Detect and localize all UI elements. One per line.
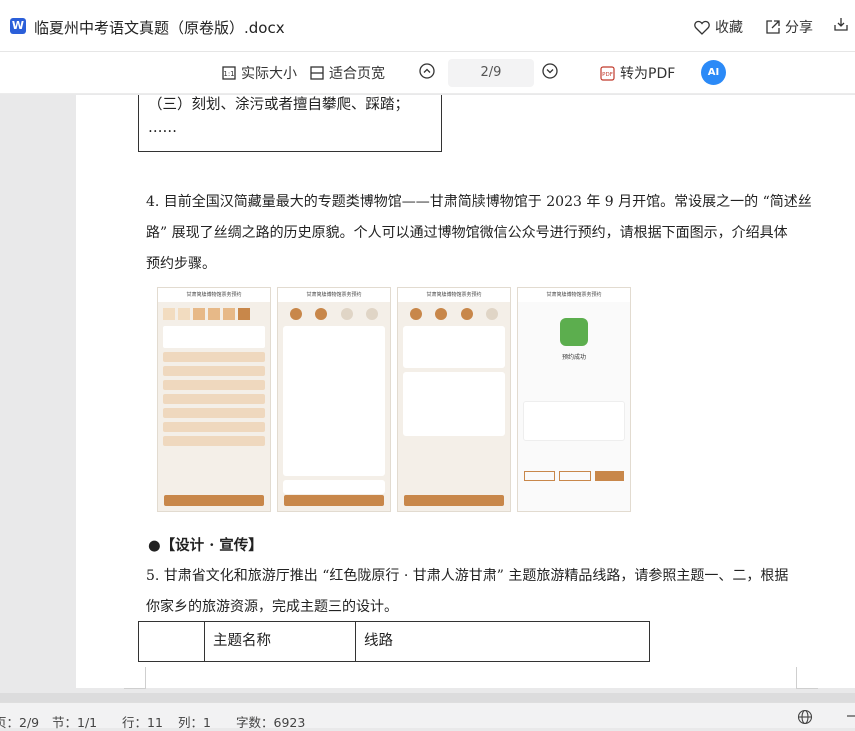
actual-size-icon: 1:1 bbox=[222, 66, 236, 80]
favorite-button[interactable]: 收藏 bbox=[694, 17, 743, 37]
phone-screen-3: 甘肃简牍博物馆票务预约 bbox=[397, 287, 511, 512]
calendar-check-icon bbox=[560, 318, 588, 346]
previous-page-button[interactable] bbox=[419, 63, 435, 79]
ai-assistant-button[interactable]: AI bbox=[701, 60, 726, 85]
globe-icon[interactable] bbox=[797, 709, 813, 728]
page-indicator[interactable]: 2/9 bbox=[448, 59, 534, 87]
question4-line2: 路” 展现了丝绸之路的历史原貌。个人可以通过博物馆微信公众号进行预约，请根据下面… bbox=[146, 225, 788, 241]
pdf-icon: PDF bbox=[600, 65, 615, 81]
status-row: 行：11 bbox=[122, 715, 163, 730]
svg-text:1:1: 1:1 bbox=[223, 70, 234, 78]
booking-steps-figure: 甘肃简牍博物馆票务预约 甘肃简牍博物馆票务预约 甘肃简牍博物馆票务预约 甘肃简牍… bbox=[157, 287, 637, 512]
share-label: 分享 bbox=[785, 20, 813, 36]
phone-header: 甘肃简牍博物馆票务预约 bbox=[398, 288, 510, 302]
actual-size-button[interactable]: 1:1 实际大小 bbox=[222, 63, 297, 83]
word-app-icon: W bbox=[10, 18, 26, 34]
document-canvas[interactable]: （三）刻划、涂污或者擅自攀爬、踩踏； …… 4. 目前全国汉简藏量最大的专题类博… bbox=[0, 95, 855, 693]
title-bar: W 临夏州中考语文真题（原卷版）.docx 收藏 分享 bbox=[0, 0, 855, 52]
view-toolbar: 1:1 实际大小 适合页宽 PDF 转为PDF bbox=[0, 52, 855, 94]
status-word-count: 字数：6923 bbox=[236, 715, 306, 730]
favorite-label: 收藏 bbox=[715, 20, 743, 36]
theme-table: 主题名称 线路 bbox=[138, 621, 650, 662]
phone-screen-2: 甘肃简牍博物馆票务预约 bbox=[277, 287, 391, 512]
convert-pdf-button[interactable]: PDF 转为PDF bbox=[600, 63, 675, 83]
status-page: 页：2/9 bbox=[0, 715, 40, 730]
document-title: 临夏州中考语文真题（原卷版）.docx bbox=[34, 19, 285, 37]
table-header-theme-name: 主题名称 bbox=[205, 622, 356, 661]
fit-width-icon bbox=[310, 66, 324, 80]
question4-line3: 预约步骤。 bbox=[146, 256, 216, 272]
table-header-route: 线路 bbox=[364, 633, 393, 649]
phone-screen-4: 甘肃简牍博物馆票务预约 预约成功 bbox=[517, 287, 631, 512]
section-heading: ●【设计 · 宣传】 bbox=[148, 537, 263, 554]
phone-header: 甘肃简牍博物馆票务预约 bbox=[278, 288, 390, 302]
download-icon bbox=[834, 18, 848, 31]
success-text: 预约成功 bbox=[561, 354, 586, 361]
convert-pdf-label: 转为PDF bbox=[620, 66, 676, 82]
phone-screen-1: 甘肃简牍博物馆票务预约 bbox=[157, 287, 271, 512]
horizontal-scrollbar[interactable] bbox=[0, 693, 855, 702]
status-col: 列：1 bbox=[178, 715, 211, 730]
download-button[interactable] bbox=[834, 17, 848, 31]
page-corner-mark bbox=[124, 667, 146, 689]
question5-line1: 5. 甘肃省文化和旅游厅推出 “红色陇原行 · 甘肃人游甘肃” 主题旅游精品线路… bbox=[146, 568, 789, 584]
rules-box-line1: （三）刻划、涂污或者擅自攀爬、踩踏； bbox=[148, 97, 409, 113]
share-button[interactable]: 分享 bbox=[766, 17, 813, 37]
question4-line1: 4. 目前全国汉简藏量最大的专题类博物馆——甘肃简牍博物馆于 2023 年 9 … bbox=[146, 194, 812, 210]
zoom-out-icon[interactable] bbox=[845, 710, 855, 725]
table-header-cell bbox=[139, 622, 205, 661]
document-page: （三）刻划、涂污或者擅自攀爬、踩踏； …… 4. 目前全国汉简藏量最大的专题类博… bbox=[76, 95, 855, 689]
svg-text:PDF: PDF bbox=[602, 72, 613, 78]
chevron-up-icon bbox=[419, 63, 435, 79]
heart-icon bbox=[694, 20, 710, 35]
actual-size-label: 实际大小 bbox=[241, 66, 297, 82]
chevron-down-icon bbox=[542, 63, 558, 79]
next-page-button[interactable] bbox=[542, 63, 558, 79]
question5-line2: 你家乡的旅游资源，完成主题三的设计。 bbox=[146, 599, 398, 615]
share-icon bbox=[766, 20, 780, 34]
fit-width-label: 适合页宽 bbox=[329, 66, 385, 82]
status-bar: 页：2/9 节：1/1 行：11 列：1 字数：6923 bbox=[0, 702, 855, 730]
phone-header: 甘肃简牍博物馆票务预约 bbox=[158, 288, 270, 302]
rules-box-line2: …… bbox=[148, 120, 177, 136]
fit-width-button[interactable]: 适合页宽 bbox=[310, 63, 385, 83]
page-corner-mark bbox=[796, 667, 818, 689]
phone-header: 甘肃简牍博物馆票务预约 bbox=[518, 288, 630, 302]
status-section: 节：1/1 bbox=[52, 715, 98, 730]
